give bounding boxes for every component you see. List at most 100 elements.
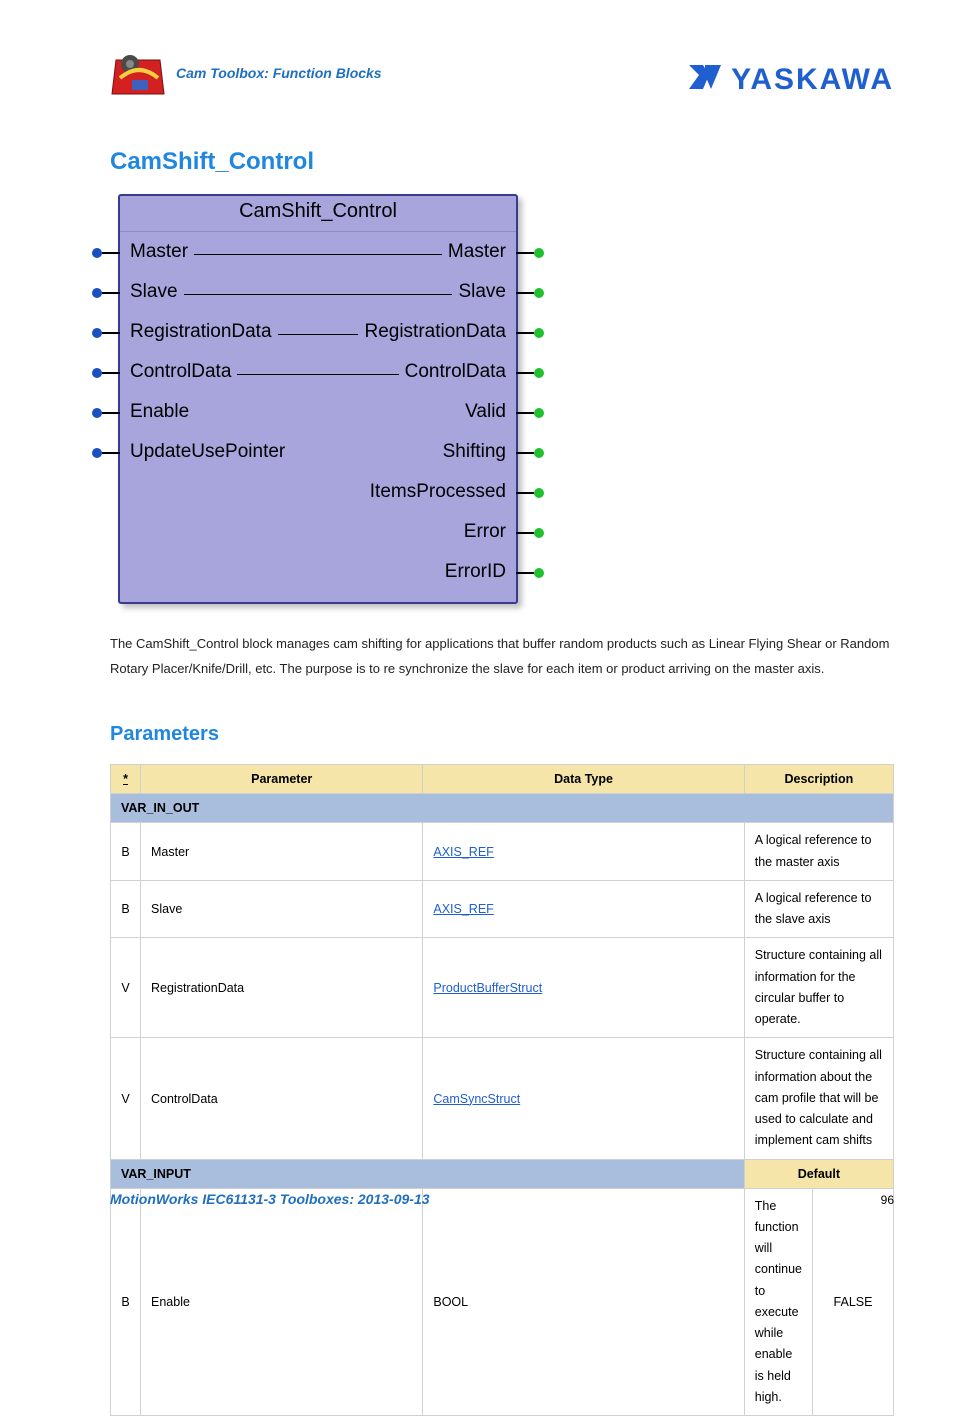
doc-footer: MotionWorks IEC61131-3 Toolboxes: 2013-0… — [110, 1191, 894, 1207]
input-pin-icon — [102, 252, 120, 254]
description-text: The CamShift_Control block manages cam s… — [110, 632, 894, 681]
fb-output-label: Master — [448, 241, 506, 263]
fb-input-label: ControlData — [130, 361, 231, 383]
fb-input-label: Slave — [130, 281, 178, 303]
fb-output-label: ControlData — [405, 361, 506, 383]
brand-text: YASKAWA — [731, 63, 894, 97]
cell-parameter: ControlData — [141, 1038, 423, 1159]
fb-row: ItemsProcessed — [120, 472, 516, 512]
output-pin-icon — [516, 532, 534, 534]
function-block-diagram: CamShift_Control Master Master Slave Slave R… — [118, 194, 518, 604]
fb-row: Enable Valid — [120, 392, 516, 432]
output-pin-icon — [516, 492, 534, 494]
th-description: Description — [744, 765, 893, 794]
input-pin-icon — [102, 332, 120, 334]
cell-default: FALSE — [813, 1189, 893, 1416]
table-row: VControlData CamSyncStruct Structure conta… — [111, 1038, 894, 1159]
output-pin-icon — [516, 292, 534, 294]
product-logo-icon — [110, 50, 168, 98]
brand-mark-icon — [685, 61, 725, 98]
cell-desc-default: The function will continue to execute wh… — [744, 1188, 893, 1416]
brand: YASKAWA — [685, 61, 894, 98]
default-header: Default — [744, 1159, 893, 1188]
th-parameter: Parameter — [141, 765, 423, 794]
table-row: BMaster AXIS_REF A logical reference to th… — [111, 823, 894, 881]
fb-row: Master Master — [120, 232, 516, 272]
input-pin-icon — [102, 292, 120, 294]
output-pin-icon — [516, 372, 534, 374]
fb-output-label: Valid — [465, 401, 506, 423]
input-pin-icon — [102, 452, 120, 454]
cell-star: V — [111, 938, 141, 1038]
param-group-row: VAR_IN_OUT — [111, 794, 894, 823]
cell-parameter: Slave — [141, 880, 423, 938]
input-pin-icon — [102, 372, 120, 374]
fb-row: Error — [120, 512, 516, 552]
cell-parameter: RegistrationData — [141, 938, 423, 1038]
fb-output-label: RegistrationData — [364, 321, 506, 343]
cell-description: The function will continue to execute wh… — [745, 1189, 813, 1416]
parameters-heading: Parameters — [110, 723, 894, 746]
cell-description: A logical reference to the master axis — [744, 823, 893, 881]
cell-parameter: Enable — [141, 1188, 423, 1416]
fb-title: CamShift_Control — [120, 196, 516, 232]
fb-row: Slave Slave — [120, 272, 516, 312]
cell-parameter: Master — [141, 823, 423, 881]
cell-data-type: BOOL — [423, 1188, 744, 1416]
th-star: * — [111, 765, 141, 794]
type-link[interactable]: AXIS_REF — [433, 845, 493, 859]
type-link[interactable]: AXIS_REF — [433, 902, 493, 916]
fb-output-label: Shifting — [443, 441, 506, 463]
type-link[interactable]: CamSyncStruct — [433, 1092, 520, 1106]
table-row: BSlave AXIS_REF A logical reference to the… — [111, 880, 894, 938]
fb-input-label: RegistrationData — [130, 321, 272, 343]
output-pin-icon — [516, 332, 534, 334]
cell-data-type: ProductBufferStruct — [423, 938, 744, 1038]
passthrough-line-icon — [184, 294, 453, 295]
breadcrumb: Cam Toolbox: Function Blocks — [176, 65, 382, 81]
cell-star: B — [111, 1188, 141, 1416]
fb-input-label: Master — [130, 241, 188, 263]
fb-output-label: ErrorID — [445, 561, 506, 583]
group-label: VAR_IN_OUT — [111, 794, 894, 823]
output-pin-icon — [516, 452, 534, 454]
fb-row: UpdateUsePointer Shifting — [120, 432, 516, 472]
fb-output-label: Slave — [458, 281, 506, 303]
cell-data-type: CamSyncStruct — [423, 1038, 744, 1159]
fb-row: RegistrationData RegistrationData — [120, 312, 516, 352]
passthrough-line-icon — [194, 254, 442, 255]
output-pin-icon — [516, 412, 534, 414]
cell-star: V — [111, 1038, 141, 1159]
type-link[interactable]: ProductBufferStruct — [433, 981, 542, 995]
cell-data-type: AXIS_REF — [423, 823, 744, 881]
input-pin-icon — [102, 412, 120, 414]
cell-description: Structure containing all information for… — [744, 938, 893, 1038]
cell-star: B — [111, 880, 141, 938]
cell-description: A logical reference to the slave axis — [744, 880, 893, 938]
page-title: CamShift_Control — [110, 148, 894, 176]
fb-output-label: ItemsProcessed — [370, 481, 506, 503]
cell-data-type: AXIS_REF — [423, 880, 744, 938]
footer-page-number: 96 — [881, 1193, 894, 1207]
passthrough-line-icon — [237, 374, 398, 375]
output-pin-icon — [516, 252, 534, 254]
output-pin-icon — [516, 572, 534, 574]
table-row: BEnableBOOLThe function will continue to… — [111, 1188, 894, 1416]
cell-star: B — [111, 823, 141, 881]
fb-output-label: Error — [464, 521, 506, 543]
table-row: VRegistrationData ProductBufferStruct Stru… — [111, 938, 894, 1038]
fb-input-label: UpdateUsePointer — [130, 441, 285, 463]
header-left: Cam Toolbox: Function Blocks — [110, 50, 382, 98]
footer-text: MotionWorks IEC61131-3 Toolboxes: 2013-0… — [110, 1191, 430, 1207]
fb-row: ErrorID — [120, 552, 516, 592]
group-label: VAR_INPUT — [111, 1159, 745, 1188]
function-block: CamShift_Control Master Master Slave Slave R… — [118, 194, 518, 604]
passthrough-line-icon — [278, 334, 359, 335]
cell-description: Structure containing all information abo… — [744, 1038, 893, 1159]
doc-header: Cam Toolbox: Function Blocks YASKAWA — [110, 50, 894, 98]
param-group-row: VAR_INPUTDefault — [111, 1159, 894, 1188]
th-data-type: Data Type — [423, 765, 744, 794]
fb-row: ControlData ControlData — [120, 352, 516, 392]
parameters-table: * Parameter Data Type Description VAR_IN… — [110, 764, 894, 1416]
fb-input-label: Enable — [130, 401, 189, 423]
